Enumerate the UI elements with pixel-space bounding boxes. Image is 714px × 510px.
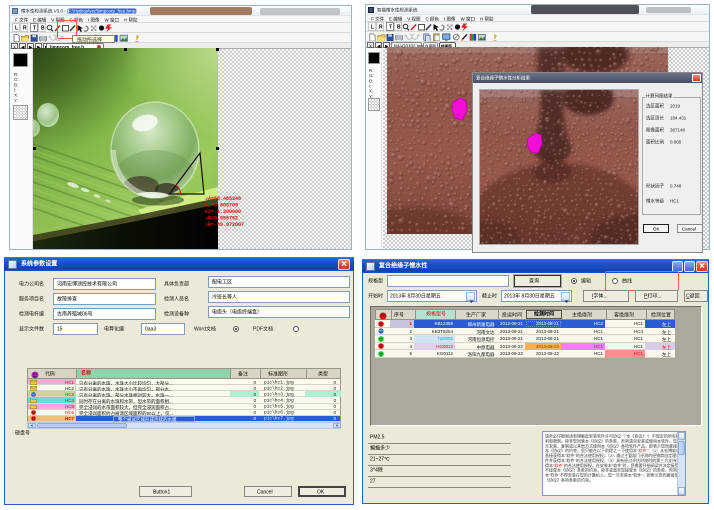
svg-text:k1=0.805709: k1=0.805709 [205, 203, 238, 209]
svg-text:∠A=58.485348: ∠A=58.485348 [205, 196, 241, 202]
svg-text:∠B=-89.972007: ∠B=-89.972007 [205, 222, 244, 228]
svg-text:∠Φ=0.556752: ∠Φ=0.556752 [205, 216, 238, 222]
svg-text:k2=-1.300000: k2=-1.300000 [205, 209, 241, 215]
